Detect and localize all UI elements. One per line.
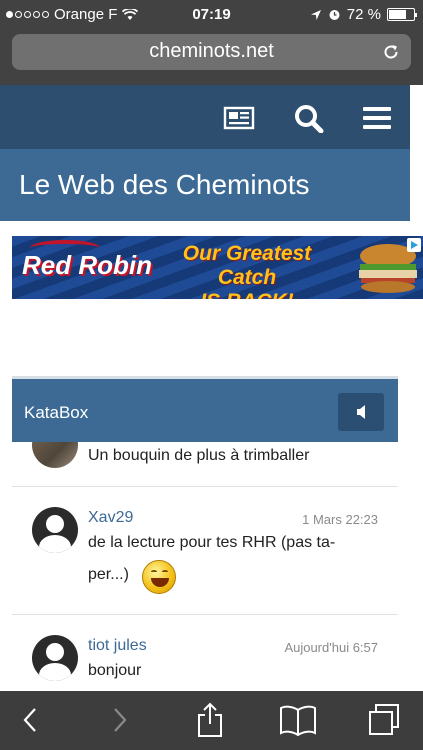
message-text: de la lecture pour tes RHR (pas ta- [88, 534, 336, 551]
location-arrow-icon [310, 9, 321, 20]
katabox-header: KataBox [12, 376, 398, 442]
chat-message: tiot jules Aujourd'hui 6:57 bonjour [12, 615, 398, 694]
status-bar: Orange F 07:19 72 % [0, 0, 423, 30]
battery-percent: 72 % [346, 6, 381, 23]
browser-toolbar [0, 691, 423, 750]
tabs-icon [369, 704, 399, 735]
message-text: bonjour [88, 662, 142, 679]
site-title-bar: Le Web des Cheminots [0, 149, 410, 221]
speaker-icon [357, 405, 365, 419]
ad-banner[interactable]: Red Robin Our Greatest Catch IS BACK! [12, 236, 423, 299]
ad-choices-icon[interactable] [407, 238, 421, 252]
katabox-messages[interactable]: Un bouquin de plus à trimballer Xav29 1 … [12, 442, 398, 694]
news-icon[interactable] [222, 103, 256, 133]
browser-chrome-top: Orange F 07:19 72 % cheminots.net [0, 0, 423, 85]
reload-icon[interactable] [381, 42, 401, 62]
back-button[interactable] [10, 701, 50, 739]
avatar[interactable] [32, 507, 78, 553]
katabox-widget: KataBox Un bouquin de plus à trimballer … [12, 376, 398, 694]
message-author[interactable]: tiot jules [88, 637, 147, 655]
forward-button[interactable] [100, 701, 140, 739]
chat-message: Un bouquin de plus à trimballer [12, 442, 398, 487]
chevron-left-icon [23, 708, 36, 732]
message-text-continued: per...) [88, 566, 129, 583]
message-author[interactable]: Xav29 [88, 509, 133, 527]
share-button[interactable] [190, 701, 230, 739]
message-time: 1 Mars 22:23 [302, 512, 378, 527]
share-icon [198, 702, 222, 737]
site-nav-bar [0, 85, 410, 149]
chat-message: Xav29 1 Mars 22:23 de la lecture pour te… [12, 487, 398, 615]
url-text: cheminots.net [149, 40, 274, 62]
laughing-smiley-icon [142, 560, 176, 594]
alarm-icon [329, 10, 340, 20]
avatar[interactable] [32, 635, 78, 681]
avatar[interactable] [32, 442, 78, 468]
message-text: Un bouquin de plus à trimballer [88, 447, 310, 464]
ad-headline: Our Greatest Catch IS BACK! [182, 242, 312, 299]
chevron-right-icon [114, 708, 127, 732]
book-icon [280, 705, 316, 736]
status-right-group: 72 % [310, 6, 417, 23]
message-time: Aujourd'hui 6:57 [284, 640, 378, 655]
menu-icon[interactable] [360, 103, 394, 133]
battery-icon [387, 8, 417, 21]
bookmarks-button[interactable] [278, 701, 318, 739]
site-title[interactable]: Le Web des Cheminots [19, 169, 310, 201]
sound-toggle-button[interactable] [338, 393, 384, 431]
search-icon[interactable] [292, 103, 326, 133]
address-bar[interactable]: cheminots.net [12, 34, 411, 70]
katabox-title: KataBox [24, 403, 89, 422]
ad-brand-logo: Red Robin [22, 240, 152, 281]
tabs-button[interactable] [364, 701, 404, 739]
